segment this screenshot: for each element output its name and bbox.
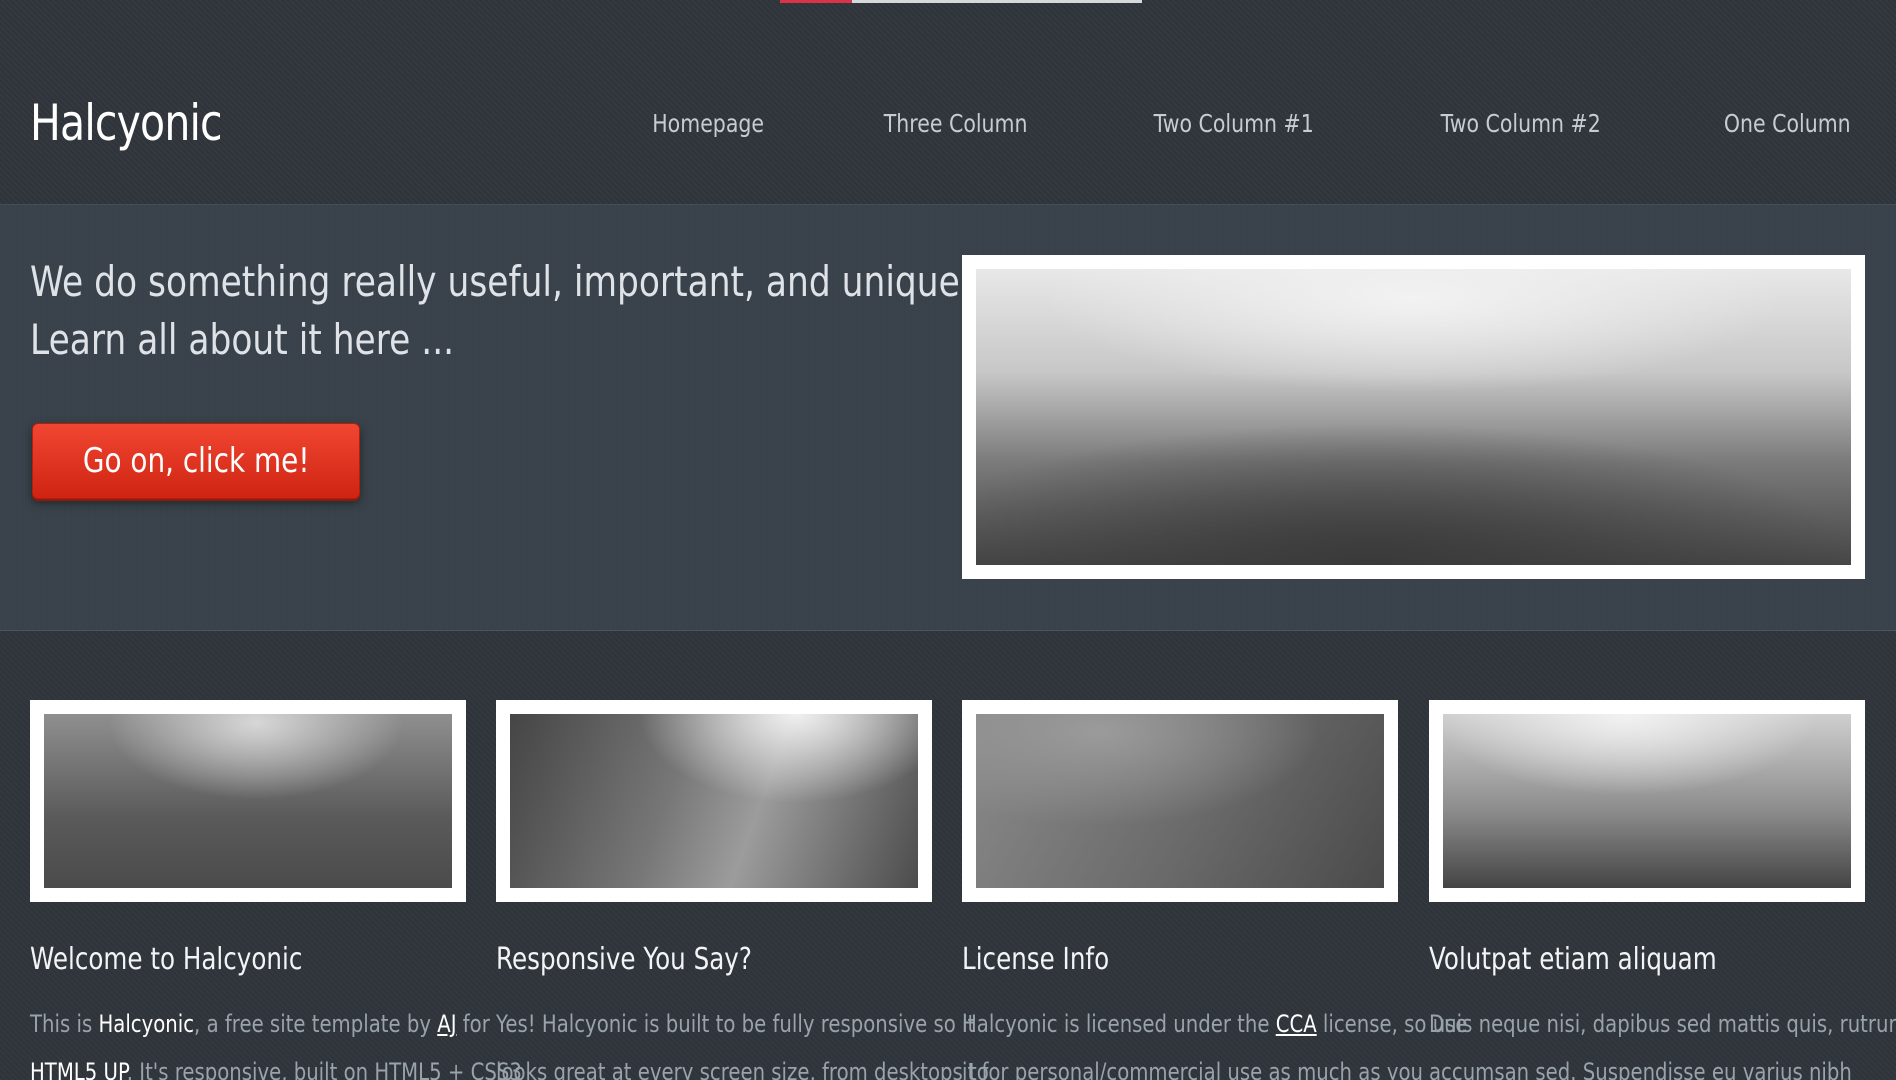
feature-image-frame — [496, 700, 932, 902]
nav-three-column[interactable]: Three Column — [884, 104, 1028, 144]
feature-box-volutpat: Volutpat etiam aliquam Duis neque nisi, … — [1429, 700, 1896, 1080]
site-header: Halcyonic Homepage Three Column Two Colu… — [0, 0, 1896, 205]
feature-box-responsive: Responsive You Say? Yes! Halcyonic is bu… — [496, 700, 989, 1080]
page: Halcyonic Homepage Three Column Two Colu… — [0, 0, 1896, 1080]
cta-button-label: Go on, click me! — [82, 441, 310, 481]
feature-image — [44, 714, 452, 888]
feature-image-frame — [1429, 700, 1865, 902]
feature-title: License Info — [962, 942, 1110, 977]
hero-image — [976, 269, 1851, 565]
feature-image — [976, 714, 1384, 888]
nav-two-column-2[interactable]: Two Column #2 — [1441, 104, 1601, 144]
main-nav: Homepage Three Column Two Column #1 Two … — [640, 104, 1865, 144]
feature-image-frame — [962, 700, 1398, 902]
feature-description: Duis neque nisi, dapibus sed mattis quis… — [1429, 1010, 1896, 1080]
feature-box-license: License Info Halcyonic is licensed under… — [962, 700, 1468, 1080]
hero-headline-line2: Learn all about it here ... — [30, 315, 455, 364]
features-section: Welcome to Halcyonic This is Halcyonic, … — [0, 632, 1896, 1080]
feature-image — [1443, 714, 1851, 888]
nav-homepage[interactable]: Homepage — [652, 104, 764, 144]
nav-two-column-1[interactable]: Two Column #1 — [1153, 104, 1313, 144]
hero-banner: We do something really useful, important… — [0, 205, 1896, 631]
halcyonic-emphasis: Halcyonic — [98, 1010, 195, 1038]
hero-image-frame — [962, 255, 1865, 579]
feature-title: Responsive You Say? — [496, 942, 752, 977]
hero-headline: We do something really useful, important… — [30, 253, 971, 369]
cta-button[interactable]: Go on, click me! — [32, 423, 360, 499]
site-logo[interactable]: Halcyonic — [30, 88, 223, 158]
cca-link[interactable]: CCA — [1276, 1010, 1317, 1038]
html5up-link[interactable]: HTML5 UP — [30, 1058, 127, 1080]
feature-description: Halcyonic is licensed under the CCA lice… — [962, 1010, 1468, 1080]
feature-title: Welcome to Halcyonic — [30, 942, 303, 977]
feature-description: This is Halcyonic, a free site template … — [30, 1000, 522, 1080]
feature-description: Yes! Halcyonic is built to be fully resp… — [496, 1010, 989, 1080]
feature-box-welcome: Welcome to Halcyonic This is Halcyonic, … — [30, 700, 522, 1080]
feature-image — [510, 714, 918, 888]
feature-image-frame — [30, 700, 466, 902]
aj-link[interactable]: AJ — [437, 1010, 456, 1038]
nav-one-column[interactable]: One Column — [1724, 104, 1851, 144]
feature-title: Volutpat etiam aliquam — [1429, 942, 1717, 977]
hero-headline-line1: We do something really useful, important… — [30, 257, 971, 306]
